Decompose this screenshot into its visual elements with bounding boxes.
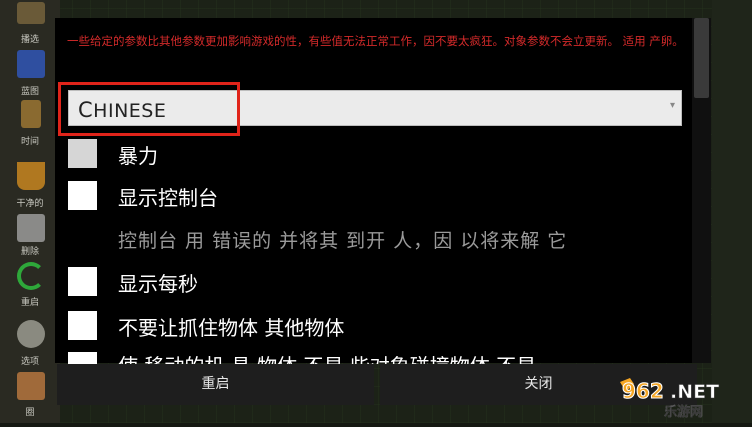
collision-checkbox[interactable] [68,352,97,364]
sidebar-item-reload[interactable]: 重启 [0,258,60,310]
violence-checkbox[interactable] [68,139,97,168]
box-icon [17,372,45,400]
option-label: 显示每秒 [118,272,198,296]
no-grab-checkbox[interactable] [68,311,97,340]
svg-text:乐游网: 乐游网 [664,404,703,420]
watermark-logo: 962 .NET 乐游网 [612,372,752,423]
scrollbar-thumb[interactable] [694,18,709,98]
option-no-grab[interactable]: 不要让抓住物体 其他物体 [68,311,688,341]
dropdown-arrow-icon: ▾ [669,100,675,111]
show-fps-checkbox[interactable] [68,267,97,296]
reload-icon [17,262,45,290]
trash-icon [17,214,45,242]
game-right-strip [712,0,752,423]
sidebar: 播选 蓝图 时间 干净的 删除 重启 选项 圈 [0,0,60,423]
select-icon [17,2,45,24]
option-show-fps[interactable]: 显示每秒 [68,267,688,297]
blueprint-icon [17,50,45,78]
sidebar-item-clean[interactable]: 干净的 [0,158,60,209]
svg-text:.NET: .NET [670,381,719,403]
sidebar-item-options[interactable]: 选项 [0,318,60,368]
scrollbar[interactable] [692,18,711,363]
option-label: 暴力 [118,144,158,168]
sidebar-item-delete[interactable]: 删除 [0,210,60,260]
svg-text:962: 962 [622,379,664,403]
gear-icon [17,320,45,348]
warning-text: 一些给定的参数比其他参数更加影响游戏的性，有些值无法正常工作，因不要太疯狂。对象… [67,34,684,48]
sidebar-item-box[interactable]: 圈 [0,370,60,423]
show-console-checkbox[interactable] [68,181,97,210]
option-label: 使 移动的机 具 物体 不易 些对象碰撞物体 不易 [118,352,536,364]
highlight-annotation [58,82,240,136]
console-description: 控制台 用 错误的 并将其 到开 人，因 以将来解 它 [118,230,568,252]
option-label: 显示控制台 [118,186,218,210]
option-violence[interactable]: 暴力 [68,139,688,169]
option-show-console[interactable]: 显示控制台 [68,181,688,211]
option-label: 不要让抓住物体 其他物体 [118,316,345,340]
sidebar-item-blueprint[interactable]: 蓝图 [0,46,60,97]
watermark-graphic: 962 .NET 乐游网 [620,378,719,420]
restart-button[interactable]: 重启 [57,364,374,405]
sidebar-item-time[interactable]: 时间 [0,96,60,148]
sidebar-item-select[interactable]: 播选 [0,0,60,46]
option-collision[interactable]: 使 移动的机 具 物体 不易 些对象碰撞物体 不易 [68,352,688,364]
hourglass-icon [21,100,41,128]
bucket-icon [17,162,45,190]
